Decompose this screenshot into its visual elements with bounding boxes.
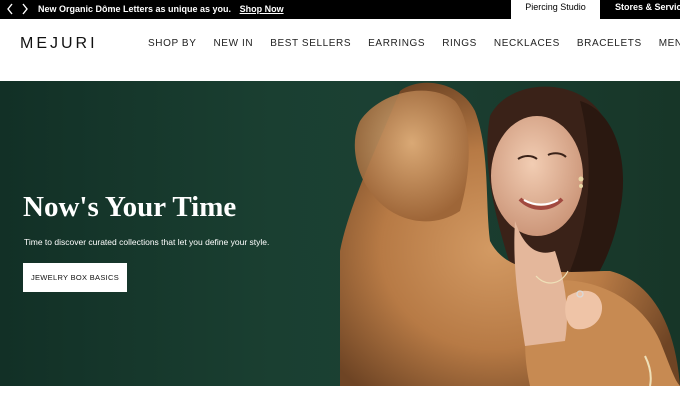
brand-logo[interactable]: MEJURI	[20, 35, 98, 53]
announcement-bar: New Organic Dôme Letters as unique as yo…	[0, 0, 680, 19]
nav-necklaces[interactable]: NECKLACES	[494, 38, 560, 49]
nav-rings[interactable]: RINGS	[442, 38, 477, 49]
piercing-studio-tab[interactable]: Piercing Studio	[511, 0, 600, 19]
jewelry-box-basics-button[interactable]: JEWELRY BOX BASICS	[23, 263, 127, 292]
announcement-text: New Organic Dôme Letters as unique as yo…	[38, 3, 284, 16]
hero-banner: Now's Your Time Time to discover curated…	[0, 81, 680, 386]
site-header: MEJURI SHOP BY NEW IN BEST SELLERS EARRI…	[0, 19, 680, 81]
shop-now-link[interactable]: Shop Now	[240, 4, 284, 14]
nav-bracelets[interactable]: BRACELETS	[577, 38, 642, 49]
nav-new-in[interactable]: NEW IN	[213, 38, 253, 49]
content-below-hero	[0, 386, 680, 409]
chevron-left-icon[interactable]	[3, 2, 17, 16]
nav-mens[interactable]: MEN'S	[659, 38, 680, 49]
nav-best-sellers[interactable]: BEST SELLERS	[270, 38, 351, 49]
chevron-right-icon[interactable]	[18, 2, 32, 16]
hero-model-photo	[340, 82, 680, 386]
announcement-message: New Organic Dôme Letters as unique as yo…	[38, 4, 232, 14]
hero-title: Now's Your Time	[23, 191, 237, 223]
stores-services-tab[interactable]: Stores & Services	[600, 0, 680, 19]
hero-subtitle: Time to discover curated collections tha…	[24, 237, 270, 247]
main-nav: SHOP BY NEW IN BEST SELLERS EARRINGS RIN…	[148, 38, 680, 49]
nav-earrings[interactable]: EARRINGS	[368, 38, 425, 49]
nav-shop-by[interactable]: SHOP BY	[148, 38, 196, 49]
